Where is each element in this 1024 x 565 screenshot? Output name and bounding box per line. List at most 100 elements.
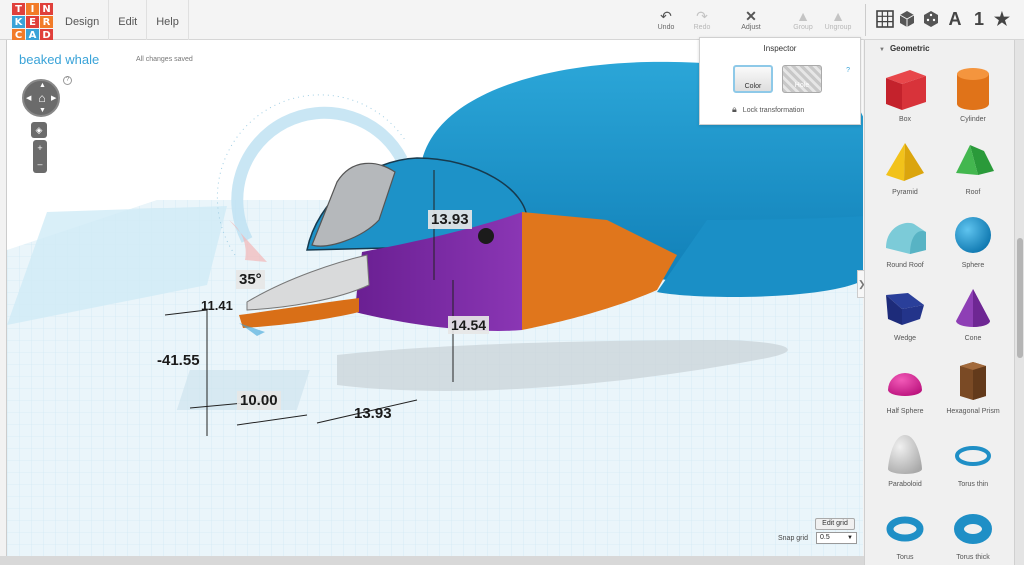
- hole-button[interactable]: Hole: [782, 65, 822, 93]
- ungroup-button[interactable]: ▲ Ungroup: [821, 8, 855, 31]
- adjust-button[interactable]: ✕ Adjust: [734, 8, 768, 31]
- dice-icon: [924, 11, 938, 27]
- shapes-category-header[interactable]: ▼ Geometric: [879, 44, 930, 53]
- torus-thin-icon: [955, 446, 991, 466]
- ungroup-icon: ▲: [831, 8, 845, 24]
- taskbar-strip: [0, 556, 864, 565]
- dice-view-button[interactable]: [918, 6, 944, 32]
- solid-view-button[interactable]: [894, 6, 920, 32]
- dimension-height-top[interactable]: 13.93: [428, 210, 472, 229]
- undo-button[interactable]: ↶ Undo: [649, 8, 683, 31]
- shape-label: Half Sphere: [886, 408, 924, 415]
- shape-half-sphere[interactable]: Half Sphere: [875, 356, 935, 426]
- inspector-help-button[interactable]: ?: [846, 67, 850, 74]
- help-button[interactable]: ?: [63, 76, 72, 85]
- shape-torus-thick[interactable]: Torus thick: [943, 502, 1003, 565]
- color-button[interactable]: Color: [733, 65, 773, 93]
- main-menu: Design Edit Help: [56, 0, 189, 40]
- design-title[interactable]: beaked whale: [19, 52, 99, 67]
- chevron-down-icon: ▼: [879, 47, 885, 53]
- dimension-height-bottom[interactable]: 14.54: [448, 316, 490, 334]
- group-icon: ▲: [796, 8, 810, 24]
- logo-letter: E: [26, 16, 39, 28]
- inspector-title: Inspector: [763, 44, 797, 53]
- zoom-in-button[interactable]: +: [33, 140, 47, 156]
- save-status: All changes saved: [136, 56, 193, 63]
- nav-left-icon[interactable]: ◀: [26, 94, 31, 102]
- cylinder-icon: [957, 68, 989, 110]
- dimension-length[interactable]: 13.93: [354, 405, 392, 422]
- dimension-y-offset[interactable]: -41.55: [157, 352, 200, 369]
- shapes-scrollbar[interactable]: [1014, 40, 1024, 565]
- shape-label: Wedge: [893, 335, 917, 342]
- logo-letter: I: [26, 3, 39, 15]
- logo-letter: K: [12, 16, 25, 28]
- shape-torus[interactable]: Torus: [875, 502, 935, 565]
- redo-button[interactable]: ↷ Redo: [685, 8, 719, 31]
- menu-help[interactable]: Help: [147, 0, 189, 40]
- round-roof-icon: [886, 222, 926, 254]
- nav-right-icon[interactable]: ▶: [51, 94, 56, 102]
- edit-grid-button[interactable]: Edit grid: [815, 518, 855, 530]
- view-navigation-wheel[interactable]: ▲ ▼ ◀ ▶ ⌂: [22, 79, 60, 117]
- scrollbar-thumb[interactable]: [1017, 238, 1023, 358]
- rotation-angle-label[interactable]: 35°: [236, 270, 265, 289]
- top-bar: T I N K E R C A D Design Edit Help ↶ Und…: [0, 0, 1024, 41]
- cone-icon: [956, 289, 990, 327]
- shape-sphere[interactable]: Sphere: [943, 210, 1003, 280]
- nav-up-icon[interactable]: ▲: [39, 82, 46, 89]
- shape-torus-thin[interactable]: Torus thin: [943, 429, 1003, 499]
- snap-grid-select[interactable]: 0.5 ▼: [816, 532, 857, 544]
- shape-label: Roof: [965, 189, 981, 196]
- whale-eye: [478, 228, 494, 244]
- perspective-cube-icon[interactable]: ◈: [31, 122, 47, 138]
- nav-down-icon[interactable]: ▼: [39, 107, 46, 114]
- torus-thick-icon: [954, 514, 992, 544]
- shape-label: Torus: [896, 554, 914, 561]
- dimension-width[interactable]: 10.00: [237, 391, 281, 410]
- shape-wedge[interactable]: Wedge: [875, 283, 935, 353]
- shape-label: Torus thin: [957, 481, 989, 488]
- menu-design[interactable]: Design: [56, 0, 110, 40]
- inspector-panel: Inspector Color Hole ? 🔒︎ Lock transforma…: [699, 37, 861, 125]
- shape-label: Round Roof: [886, 262, 924, 269]
- lock-icon: 🔒︎: [732, 104, 737, 114]
- shape-cylinder[interactable]: Cylinder: [943, 64, 1003, 134]
- ungroup-label: Ungroup: [824, 24, 852, 31]
- wedge-icon: [886, 293, 924, 325]
- text-shapes-button[interactable]: A: [942, 6, 968, 32]
- lock-transformation-toggle[interactable]: 🔒︎ Lock transformation: [732, 104, 804, 115]
- shape-round-roof[interactable]: Round Roof: [875, 210, 935, 280]
- box-icon: [886, 70, 926, 110]
- shapes-panel: ▼ Geometric Box Cylinder Pyramid Roof Ro…: [864, 40, 1014, 565]
- sphere-icon: [955, 217, 991, 253]
- shape-label: Box: [898, 116, 912, 123]
- shape-hexagonal-prism[interactable]: Hexagonal Prism: [943, 356, 1003, 426]
- tinkercad-logo[interactable]: T I N K E R C A D: [12, 3, 53, 41]
- shape-label: Pyramid: [892, 189, 918, 196]
- shape-label: Paraboloid: [888, 481, 922, 488]
- menu-edit[interactable]: Edit: [109, 0, 148, 40]
- logo-letter: N: [40, 3, 53, 15]
- group-button[interactable]: ▲ Group: [786, 8, 820, 31]
- shape-label: Hexagonal Prism: [946, 408, 1000, 415]
- shape-roof[interactable]: Roof: [943, 137, 1003, 207]
- shape-box[interactable]: Box: [875, 64, 935, 134]
- shape-paraboloid[interactable]: Paraboloid: [875, 429, 935, 499]
- shape-label: Torus thick: [956, 554, 990, 561]
- snap-grid-label: Snap grid: [778, 535, 808, 542]
- zoom-control: + –: [33, 140, 47, 173]
- favorites-button[interactable]: ★: [989, 6, 1015, 32]
- shape-pyramid[interactable]: Pyramid: [875, 137, 935, 207]
- grid-view-icon: [876, 10, 894, 28]
- home-view-icon[interactable]: ⌂: [36, 92, 48, 104]
- shape-label: Cone: [964, 335, 982, 342]
- zoom-out-button[interactable]: –: [33, 156, 47, 172]
- shape-cone[interactable]: Cone: [943, 283, 1003, 353]
- torus-icon: [886, 516, 924, 542]
- undo-icon: ↶: [660, 8, 672, 24]
- hexagonal-prism-icon: [960, 362, 986, 400]
- half-sphere-icon: [888, 373, 922, 396]
- dimension-x-offset[interactable]: 11.41: [201, 298, 233, 313]
- paraboloid-icon: [888, 435, 922, 474]
